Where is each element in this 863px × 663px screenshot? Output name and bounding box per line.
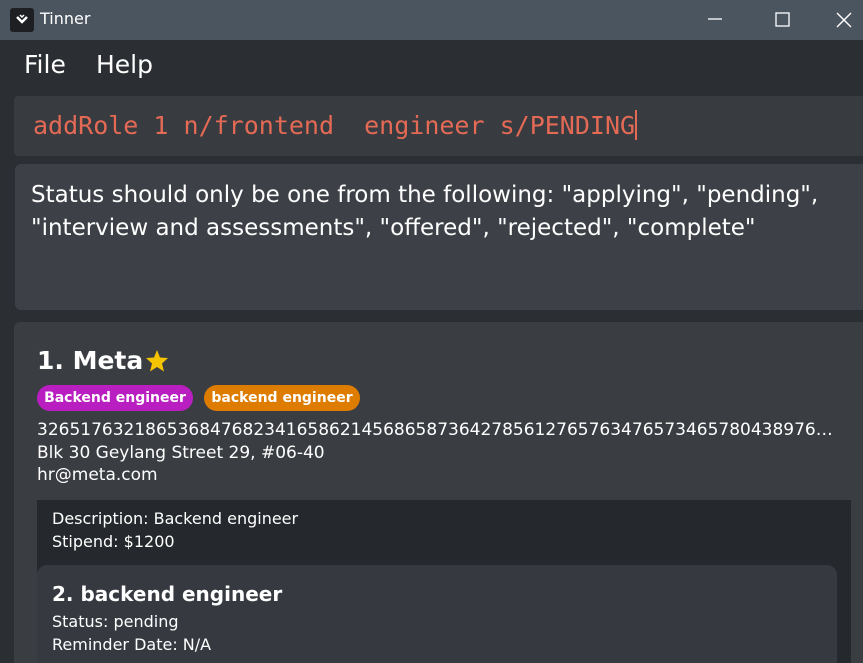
role-title: 2. backend engineer — [52, 582, 283, 606]
company-title: 1. Meta — [37, 346, 144, 375]
result-message: Status should only be one from the follo… — [31, 182, 819, 241]
role-card[interactable]: 2. backend engineer Status: pending Remi… — [37, 565, 837, 663]
command-box[interactable]: addRole 1 n/frontend engineer s/PENDING — [14, 96, 863, 156]
close-icon — [836, 12, 852, 28]
tag-badge: backend engineer — [204, 385, 360, 411]
minimize-button[interactable] — [692, 0, 738, 40]
roles-list[interactable]: Description: Backend engineer Stipend: $… — [37, 500, 851, 663]
company-phone: 3265176321865368476823416586214568658736… — [37, 420, 842, 440]
close-button[interactable] — [827, 0, 863, 40]
app-logo-icon — [10, 8, 34, 32]
company-address: Blk 30 Geylang Street 29, #06-40 — [37, 443, 325, 463]
role-description: Description: Backend engineer — [52, 509, 299, 528]
command-input-value: addRole 1 n/frontend engineer s/PENDING — [33, 111, 636, 140]
company-list-panel[interactable]: 1. Meta Backend engineer backend enginee… — [14, 322, 863, 663]
maximize-icon — [775, 12, 790, 27]
result-display: Status should only be one from the follo… — [15, 164, 863, 310]
role-reminder-date: Reminder Date: N/A — [52, 635, 212, 654]
star-icon — [146, 350, 168, 372]
role-stipend: Stipend: $1200 — [52, 532, 175, 551]
menu-file[interactable]: File — [24, 50, 66, 79]
window-title: Tinner — [40, 9, 91, 28]
minimize-icon — [708, 18, 722, 20]
company-email: hr@meta.com — [37, 465, 158, 485]
tag-badge: Backend engineer — [37, 385, 193, 411]
text-caret — [635, 110, 638, 140]
command-input[interactable]: addRole 1 n/frontend engineer s/PENDING — [33, 110, 638, 140]
menu-bar: File Help — [0, 40, 863, 92]
title-bar: Tinner — [0, 0, 863, 40]
maximize-button[interactable] — [760, 0, 806, 40]
role-status: Status: pending — [52, 612, 179, 631]
menu-help[interactable]: Help — [96, 50, 153, 79]
